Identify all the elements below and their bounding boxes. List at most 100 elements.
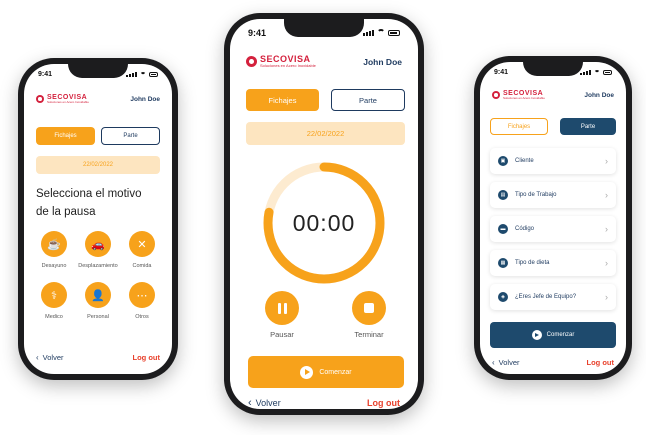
stop-label: Terminar [354,330,384,339]
pause-reason-desplazamiento[interactable]: 🚗 Desplazamiento [76,231,120,269]
pause-reason-label: Desplazamiento [78,263,118,269]
pause-reason-button[interactable]: 🚗 [85,231,111,257]
more-icon: ⋯ [136,289,148,302]
app-header: SECOVISA Soluciones en Acero Inoxidable … [230,55,418,68]
tab-parte[interactable]: Parte [331,89,405,111]
pause-reason-otros[interactable]: ⋯ Otros [120,282,164,320]
left-phone: 9:41 SECOVISA Soluciones en Acero Inoxid… [18,58,178,380]
status-bar: 9:41 [480,69,626,76]
pause-reason-button[interactable]: ⚕ [41,282,67,308]
part-row[interactable]: ▬ Código › [490,216,616,242]
wifi-icon [140,71,146,78]
pause-reason-label: Medico [45,314,63,320]
pause-reason-heading: Selecciona el motivo de la pausa [36,188,142,218]
right-screen: 9:41 SECOVISA Soluciones en Acero Inoxid… [480,62,626,374]
part-row-label: Tipo de Trabajo [515,192,557,198]
center-screen: 9:41 SECOVISA Soluciones en Acero Inoxid… [230,19,418,409]
logout-link[interactable]: Log out [133,353,161,362]
brand-tagline: Soluciones en Acero Inoxidable [47,100,89,104]
status-icons [363,29,400,37]
signal-icon [126,72,137,77]
timer-ring: 00:00 [262,161,386,285]
tab-parte[interactable]: Parte [101,127,160,145]
pause-reason-medico[interactable]: ⚕ Medico [32,282,76,320]
document-icon: ▦ [498,258,508,268]
pause-label: Pausar [270,330,294,339]
status-time: 9:41 [248,28,267,38]
pause-reason-button[interactable]: ⋯ [129,282,155,308]
pause-reason-comida[interactable]: ✕ Comida [120,231,164,269]
pause-reason-label: Desayuno [41,263,67,269]
play-icon [300,365,314,379]
timer-display: 00:00 [292,209,356,236]
pause-reason-button[interactable]: ☕ [41,231,67,257]
cutlery-icon: ✕ [137,238,147,251]
start-button[interactable]: Comenzar [248,356,404,388]
back-link[interactable]: ‹ Volver [248,397,281,409]
app-header: SECOVISA Soluciones en Acero Inoxidable … [480,90,626,100]
signal-icon [363,30,374,36]
logo-mark-icon [246,56,257,67]
back-link[interactable]: ‹ Volver [492,358,520,367]
pause-reason-button[interactable]: ✕ [129,231,155,257]
car-icon: 🚗 [91,238,105,251]
app-footer: ‹ Volver Log out [480,358,626,367]
chevron-left-icon: ‹ [248,397,252,409]
tab-fichajes[interactable]: Fichajes [36,127,95,145]
back-link[interactable]: ‹ Volver [36,353,64,362]
pause-reason-button[interactable]: 👤 [85,282,111,308]
breakfast-icon: ☕ [47,238,61,251]
chevron-right-icon: › [605,190,608,200]
logout-link[interactable]: Log out [367,398,400,408]
part-row-label: ¿Eres Jefe de Equipo? [515,294,577,300]
chevron-right-icon: › [605,156,608,166]
person-icon: 👤 [91,289,105,302]
signal-icon [580,70,591,75]
pause-reason-desayuno[interactable]: ☕ Desayuno [32,231,76,269]
tab-parte[interactable]: Parte [560,118,616,135]
part-row-label: Código [515,226,535,232]
battery-icon [149,72,158,77]
brand-tagline: Soluciones en Acero Inoxidable [503,96,545,100]
secovisa-logo: SECOVISA Soluciones en Acero Inoxidable [492,90,545,100]
tab-fichajes[interactable]: Fichajes [490,118,548,135]
chevron-left-icon: ‹ [492,358,495,367]
pause-reason-label: Comida [132,263,152,269]
part-row[interactable]: ◈ ¿Eres Jefe de Equipo? › [490,284,616,310]
logout-link[interactable]: Log out [587,358,615,367]
start-button[interactable]: Comenzar [490,322,616,348]
status-bar: 9:41 [24,71,172,78]
tab-fichajes[interactable]: Fichajes [246,89,319,111]
client-icon: ▣ [498,156,508,166]
code-icon: ▬ [498,224,508,234]
status-bar: 9:41 [230,28,418,38]
logo-mark-icon [36,95,44,103]
status-time: 9:41 [494,69,509,76]
wifi-icon [594,69,600,76]
user-name: John Doe [363,56,402,67]
play-icon [531,330,542,340]
app-footer: ‹ Volver Log out [230,397,418,409]
pause-reason-grid: ☕ Desayuno 🚗 Desplazamiento ✕ Comida ⚕ Medico 👤 P… [32,231,164,320]
status-icons [580,69,612,76]
logo-mark-icon [492,91,500,99]
part-row[interactable]: ▦ Tipo de dieta › [490,250,616,276]
team-icon: ◈ [498,292,508,302]
tab-bar: Fichajes Parte [246,89,405,111]
stop-button[interactable] [352,291,386,325]
center-phone: 9:41 SECOVISA Soluciones en Acero Inoxid… [224,13,424,415]
chevron-right-icon: › [605,224,608,234]
secovisa-logo: SECOVISA Soluciones en Acero Inoxidable [36,94,89,104]
date-bar: 22/02/2022 [36,156,160,174]
tab-bar: Fichajes Parte [490,118,616,135]
part-row[interactable]: ▤ Tipo de Trabajo › [490,182,616,208]
right-phone: 9:41 SECOVISA Soluciones en Acero Inoxid… [474,56,632,380]
battery-icon [388,30,400,36]
chevron-right-icon: › [605,292,608,302]
pause-reason-personal[interactable]: 👤 Personal [76,282,120,320]
pause-icon [277,302,287,314]
part-row[interactable]: ▣ Cliente › [490,148,616,174]
chevron-right-icon: › [605,258,608,268]
pause-button[interactable] [265,291,299,325]
date-bar: 22/02/2022 [246,122,405,145]
